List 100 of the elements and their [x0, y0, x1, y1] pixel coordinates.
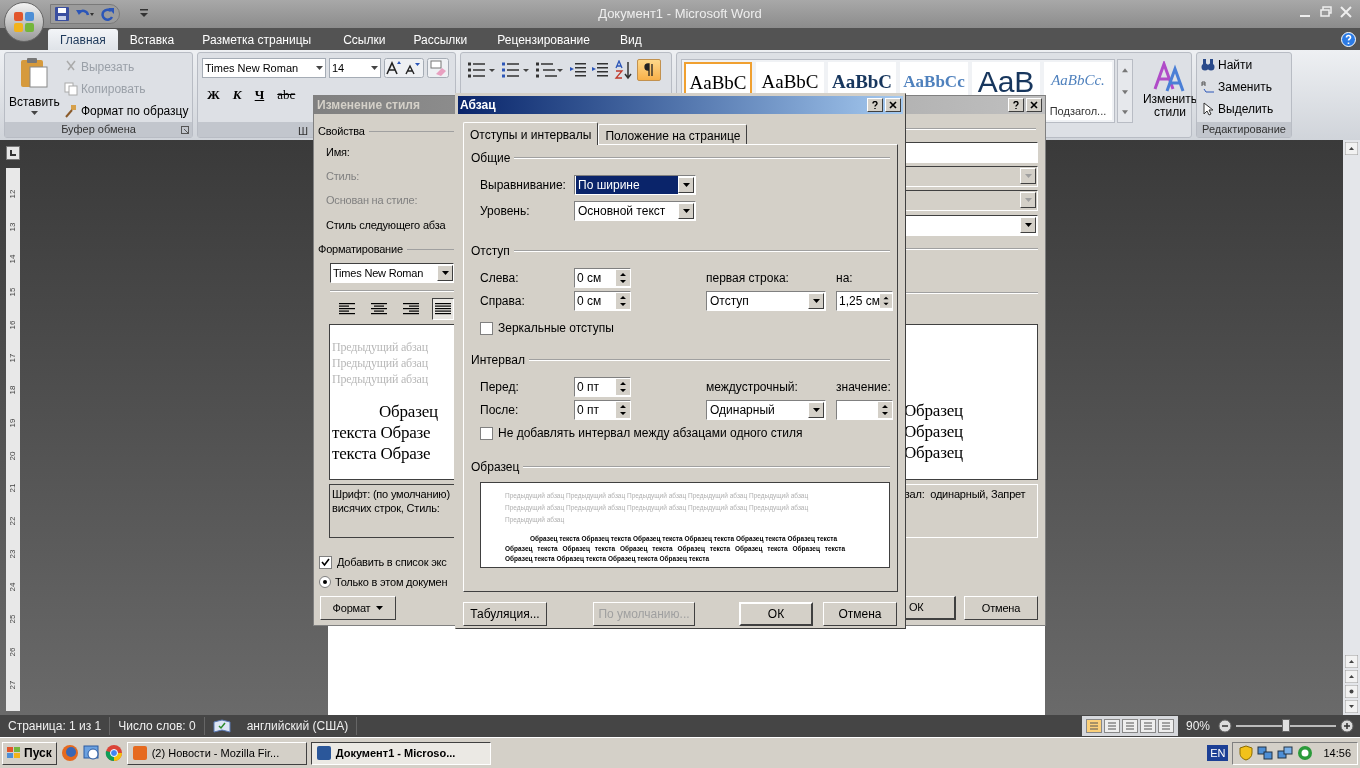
format-toggle[interactable]: Ч — [249, 85, 270, 105]
save-icon[interactable] — [55, 7, 69, 21]
format-button[interactable]: Формат — [320, 596, 396, 620]
dialog-tab[interactable]: Отступы и интервалы — [463, 122, 599, 145]
close-icon[interactable] — [1340, 6, 1352, 18]
spinner-arrows-icon[interactable] — [879, 293, 892, 309]
language-indicator[interactable]: английский (США) — [238, 717, 358, 735]
dropdown-field[interactable]: Основной текст — [574, 201, 696, 221]
zoom-slider-thumb[interactable] — [1282, 719, 1290, 732]
input-field[interactable] — [904, 141, 1038, 163]
editing-command[interactable]: Найти — [1201, 56, 1287, 74]
show-marks-button[interactable] — [637, 59, 661, 81]
spinner-field[interactable]: 0 пт — [574, 400, 631, 420]
view-mode-icon[interactable] — [1157, 719, 1174, 733]
font-size-field[interactable]: 14 — [329, 58, 381, 78]
dialog-tab[interactable]: Положение на странице — [598, 124, 748, 144]
format-toggle[interactable]: К — [227, 85, 247, 105]
spinner-arrows-icon[interactable] — [616, 379, 630, 395]
dropdown-field[interactable]: По ширине — [574, 175, 696, 195]
start-button[interactable]: Пуск — [2, 741, 57, 765]
style-preset[interactable]: AaBbCc. Подзагол... — [1044, 62, 1112, 120]
list-icon[interactable] — [535, 61, 565, 79]
zoom-in-icon[interactable] — [1340, 719, 1354, 733]
browser-launch-icon[interactable] — [104, 744, 123, 762]
network-icon[interactable] — [1277, 745, 1294, 761]
spinner-field[interactable] — [836, 400, 893, 420]
dialog-button[interactable]: Табуляция... — [463, 602, 547, 626]
font-name-field[interactable]: Times New Roman — [202, 58, 326, 78]
dialog-button[interactable]: Отмена — [964, 596, 1038, 620]
vertical-scrollbar[interactable] — [1343, 140, 1360, 715]
dialog-button[interactable]: ОК — [739, 602, 813, 626]
close-button[interactable] — [885, 98, 901, 112]
redo-icon[interactable] — [101, 7, 115, 21]
spinner-arrows-icon[interactable] — [616, 293, 630, 309]
taskbar-window-button[interactable]: Документ1 - Microso... — [310, 741, 491, 765]
window-switcher-icon[interactable] — [82, 744, 101, 762]
page-count[interactable]: Страница: 1 из 1 — [0, 717, 111, 735]
shield-icon[interactable] — [1239, 745, 1254, 761]
checkbox[interactable] — [480, 426, 493, 440]
spinner-field[interactable]: 0 пт — [574, 377, 631, 397]
font-dropdown[interactable]: Times New Roman — [330, 263, 454, 283]
spinner-field[interactable]: 0 см — [574, 291, 631, 311]
browse-object-icon[interactable] — [1345, 685, 1358, 698]
checkbox[interactable] — [480, 321, 493, 335]
spinner-arrows-icon[interactable] — [878, 402, 892, 418]
gallery-scrollbar[interactable] — [1117, 59, 1133, 123]
ruler-toggle-icon[interactable] — [6, 146, 20, 160]
close-button[interactable] — [1026, 98, 1042, 112]
dropdown-field[interactable] — [904, 189, 1038, 211]
ribbon-tab[interactable]: Вид — [607, 29, 654, 50]
sort-icon[interactable] — [613, 60, 633, 80]
word-count[interactable]: Число слов: 0 — [110, 717, 205, 735]
format-toggle[interactable]: Ж — [202, 85, 225, 105]
editing-command[interactable]: Заменить — [1201, 78, 1287, 96]
help-button[interactable] — [867, 98, 883, 112]
ribbon-tab[interactable]: Вставка — [117, 29, 187, 50]
ribbon-tab[interactable]: Рецензирование — [479, 29, 608, 50]
view-mode-icon[interactable] — [1121, 719, 1138, 733]
dialog-launcher-icon[interactable] — [181, 125, 189, 134]
clipboard-command[interactable]: Формат по образцу — [63, 102, 189, 120]
grow-font-icon[interactable] — [384, 58, 424, 78]
spinner-field[interactable]: 0 см — [574, 268, 631, 288]
dropdown-field[interactable] — [904, 214, 1038, 236]
dropdown-field[interactable]: Отступ — [706, 291, 826, 311]
align-button[interactable] — [432, 298, 454, 320]
list-icon[interactable] — [467, 61, 497, 79]
next-page-icon[interactable] — [1345, 700, 1358, 713]
dropdown-field[interactable] — [904, 165, 1038, 187]
browser-launch-icon[interactable] — [60, 744, 79, 762]
dialog-button[interactable]: ОК — [904, 596, 956, 620]
spinner-arrows-icon[interactable] — [616, 270, 630, 286]
ribbon-tab[interactable]: Рассылки — [401, 29, 480, 50]
help-button[interactable] — [1008, 98, 1024, 112]
ribbon-tab[interactable]: Ссылки — [327, 29, 402, 50]
customize-arrow-icon[interactable] — [140, 8, 148, 18]
dialog-button[interactable]: Отмена — [823, 602, 897, 626]
spinner-arrows-icon[interactable] — [616, 402, 630, 418]
circle-status-icon[interactable] — [1297, 745, 1314, 761]
view-mode-icon[interactable] — [1103, 719, 1120, 733]
help-icon[interactable] — [1341, 32, 1356, 47]
increase-indent-icon[interactable] — [591, 61, 609, 79]
decrease-indent-icon[interactable] — [569, 61, 587, 79]
zoom-out-icon[interactable] — [1218, 719, 1232, 733]
spinner-field[interactable]: 1,25 см — [836, 291, 893, 311]
ribbon-tab[interactable]: Разметка страницы — [186, 29, 328, 50]
spellcheck-book-icon[interactable] — [212, 719, 231, 733]
previous-page-icon[interactable] — [1345, 670, 1358, 683]
scroll-down-icon[interactable] — [1345, 655, 1358, 668]
zoom-level[interactable]: 90% — [1177, 717, 1218, 735]
dropdown-field[interactable]: Одинарный — [706, 400, 826, 420]
list-icon[interactable] — [501, 61, 531, 79]
network-icon[interactable] — [1257, 745, 1274, 761]
format-toggle[interactable]: abc — [272, 85, 301, 105]
radio-button[interactable] — [319, 576, 331, 588]
view-mode-icon[interactable] — [1139, 719, 1156, 733]
paste-button[interactable]: Вставить — [9, 57, 60, 122]
language-indicator[interactable]: EN — [1207, 744, 1229, 762]
scroll-up-icon[interactable] — [1345, 142, 1358, 155]
taskbar-window-button[interactable]: (2) Новости - Mozilla Fir... — [126, 741, 307, 765]
checkbox[interactable] — [319, 555, 332, 569]
